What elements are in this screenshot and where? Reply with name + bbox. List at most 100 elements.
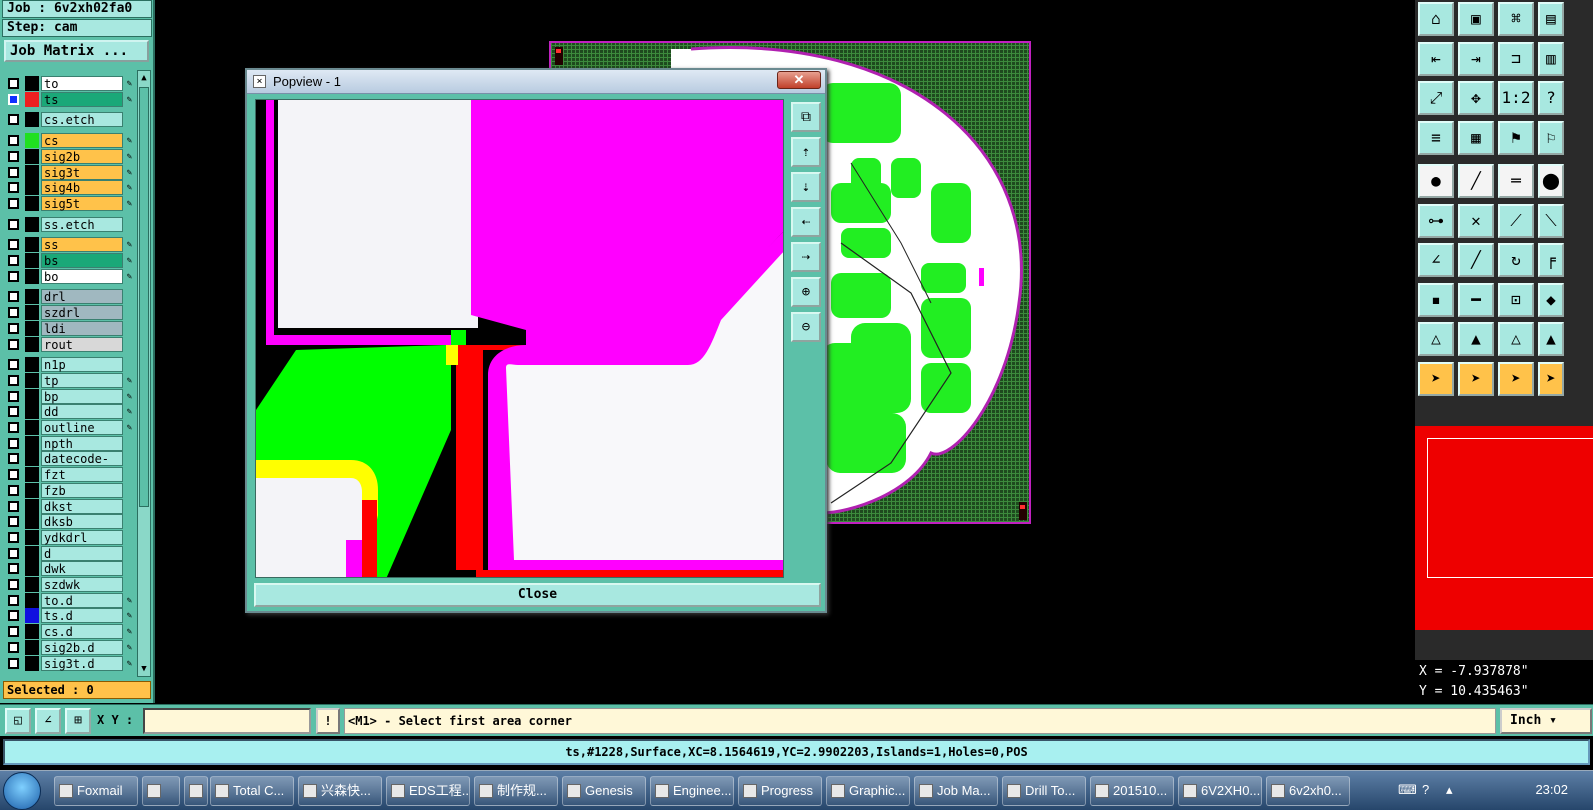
tri4-icon[interactable]: ▲ bbox=[1538, 322, 1564, 356]
move-up-icon[interactable]: ⇡ bbox=[791, 137, 821, 167]
slash-icon[interactable]: ╱ bbox=[1458, 164, 1494, 198]
pad-icon[interactable]: ▪ bbox=[1418, 282, 1454, 317]
layer-name[interactable]: ts bbox=[41, 91, 123, 107]
layer-checkbox[interactable] bbox=[8, 516, 19, 528]
layer-name[interactable]: ss.etch bbox=[41, 216, 123, 232]
layer-row[interactable]: outline ✎ bbox=[5, 420, 133, 435]
layer-row[interactable]: ldi bbox=[5, 320, 133, 336]
layer-checkbox[interactable] bbox=[8, 114, 19, 126]
home-icon[interactable]: ⌂ bbox=[1418, 2, 1454, 36]
layer-checkbox[interactable] bbox=[8, 563, 19, 575]
layer-row[interactable]: n1p bbox=[5, 357, 133, 373]
angle-snap-icon[interactable]: ∠ bbox=[35, 708, 61, 734]
help-icon[interactable]: ? bbox=[1422, 782, 1429, 797]
layer-row[interactable]: ts.d ✎ bbox=[5, 608, 133, 624]
taskbar-item[interactable]: Enginee... bbox=[650, 776, 734, 806]
layer-name[interactable]: cs bbox=[41, 133, 123, 149]
taskbar-item[interactable]: Drill To... bbox=[1002, 776, 1086, 806]
node-icon[interactable]: ⊶ bbox=[1418, 203, 1454, 238]
clock[interactable]: 23:02 bbox=[1535, 782, 1568, 797]
layer-checkbox[interactable] bbox=[8, 166, 19, 178]
layer-row[interactable]: cs.etch bbox=[5, 112, 133, 128]
layer-name[interactable]: tp bbox=[41, 372, 123, 388]
layer-checkbox[interactable] bbox=[8, 531, 19, 543]
taskbar-item[interactable]: 6v2xh0... bbox=[1266, 776, 1350, 806]
move-left-icon[interactable]: ⇠ bbox=[791, 207, 821, 237]
scroll-up-icon[interactable]: ▲ bbox=[138, 71, 150, 85]
layer-row[interactable]: cs ✎ bbox=[5, 133, 133, 149]
table-icon[interactable]: ▦ bbox=[1458, 120, 1494, 155]
layer-row[interactable]: bp ✎ bbox=[5, 388, 133, 404]
link2-icon[interactable]: ⟍ bbox=[1538, 203, 1564, 238]
layer-checkbox[interactable] bbox=[8, 374, 19, 386]
layer-name[interactable]: ydkdrl bbox=[41, 529, 123, 545]
popview-close-button[interactable]: Close bbox=[254, 583, 821, 607]
move-right-icon[interactable]: ⇢ bbox=[791, 242, 821, 272]
dot-icon[interactable]: ⬤ bbox=[1538, 164, 1564, 198]
layer-checkbox[interactable] bbox=[8, 255, 19, 266]
layer-row[interactable]: npth bbox=[5, 435, 133, 451]
zoom-in-icon[interactable]: ⊕ bbox=[791, 277, 821, 307]
layer-checkbox[interactable] bbox=[8, 626, 19, 638]
angle-icon[interactable]: ∠ bbox=[1418, 243, 1454, 277]
layer-checkbox[interactable] bbox=[8, 422, 19, 433]
layer-name[interactable]: bo bbox=[41, 268, 123, 284]
layer-name[interactable]: sig3t bbox=[41, 164, 123, 180]
layer-row[interactable]: fzt bbox=[5, 467, 133, 483]
line-icon[interactable]: ╱ bbox=[1458, 243, 1494, 277]
taskbar-item[interactable]: 制作规... bbox=[474, 776, 558, 806]
layer-row[interactable]: ss ✎ bbox=[5, 237, 133, 253]
layer-name[interactable]: to bbox=[41, 76, 123, 91]
layer-name[interactable]: ss bbox=[41, 237, 123, 253]
layer-checkbox[interactable] bbox=[8, 218, 19, 230]
ruler-icon[interactable]: ═ bbox=[1498, 164, 1534, 198]
box-icon[interactable]: ⊡ bbox=[1498, 282, 1534, 317]
layer-row[interactable]: szdwk bbox=[5, 577, 133, 592]
layer-checkbox[interactable] bbox=[8, 307, 19, 319]
layer-row[interactable]: dd ✎ bbox=[5, 404, 133, 420]
layer-checkbox[interactable] bbox=[8, 579, 19, 590]
layer-checkbox[interactable] bbox=[8, 594, 19, 606]
layer-checkbox[interactable] bbox=[8, 359, 19, 371]
taskbar-item[interactable]: Total C... bbox=[210, 776, 294, 806]
layer-checkbox[interactable] bbox=[8, 610, 19, 622]
pointer4-icon[interactable]: ➤ bbox=[1538, 361, 1564, 396]
scale-icon[interactable]: 1:2 bbox=[1498, 81, 1534, 115]
layer-name[interactable]: datecode-ss bbox=[41, 451, 123, 480]
layer-row[interactable]: cs.d ✎ bbox=[5, 624, 133, 640]
layer-name[interactable]: szdwk bbox=[41, 577, 123, 592]
overview-preview[interactable] bbox=[1415, 426, 1593, 630]
layer-checkbox[interactable] bbox=[8, 469, 19, 481]
job-matrix-button[interactable]: Job Matrix ... bbox=[4, 40, 149, 62]
scroll-thumb[interactable] bbox=[139, 87, 149, 507]
xy-input[interactable] bbox=[143, 708, 311, 734]
layer-checkbox[interactable] bbox=[8, 657, 19, 669]
layer-checkbox[interactable] bbox=[8, 390, 19, 402]
layer-row[interactable]: to.d ✎ bbox=[5, 592, 133, 608]
layer-row[interactable]: datecode-ss bbox=[5, 451, 133, 480]
layer-name[interactable]: bs bbox=[41, 253, 123, 268]
layer-row[interactable]: dwk bbox=[5, 561, 133, 577]
taskbar-item[interactable]: Foxmail bbox=[54, 776, 138, 806]
layer-row[interactable]: dkst bbox=[5, 498, 133, 514]
layer-row[interactable]: szdrl bbox=[5, 305, 133, 321]
shapes-icon[interactable]: ◆ bbox=[1538, 282, 1564, 317]
export-icon[interactable]: ⇥ bbox=[1458, 41, 1494, 76]
layer-name[interactable]: ts.d bbox=[41, 608, 123, 624]
layer-checkbox[interactable] bbox=[8, 78, 19, 89]
zoom-out-icon[interactable]: ⊖ bbox=[791, 312, 821, 342]
layer-checkbox[interactable] bbox=[8, 239, 19, 251]
layer-name[interactable]: n1p bbox=[41, 357, 123, 373]
popview-window[interactable]: × Popview - 1 ✕ ⧉ ⇡ ⇣ ⇠ ⇢ ⊕ ⊖ Close bbox=[245, 68, 827, 613]
layer-row[interactable]: ydkdrl bbox=[5, 529, 133, 545]
scroll-down-icon[interactable]: ▼ bbox=[138, 662, 150, 676]
taskbar-item[interactable]: 兴森快... bbox=[298, 776, 382, 806]
layer-row[interactable]: sig3t ✎ bbox=[5, 164, 133, 180]
layer-name[interactable]: fzt bbox=[41, 467, 123, 483]
layer-row[interactable]: dksb bbox=[5, 514, 133, 530]
taskbar-item[interactable]: 201510... bbox=[1090, 776, 1174, 806]
save-icon[interactable]: ▣ bbox=[1458, 2, 1494, 36]
layer-row[interactable]: fzb bbox=[5, 482, 133, 498]
start-button[interactable] bbox=[3, 772, 41, 810]
popview-titlebar[interactable]: × Popview - 1 ✕ bbox=[247, 70, 825, 94]
